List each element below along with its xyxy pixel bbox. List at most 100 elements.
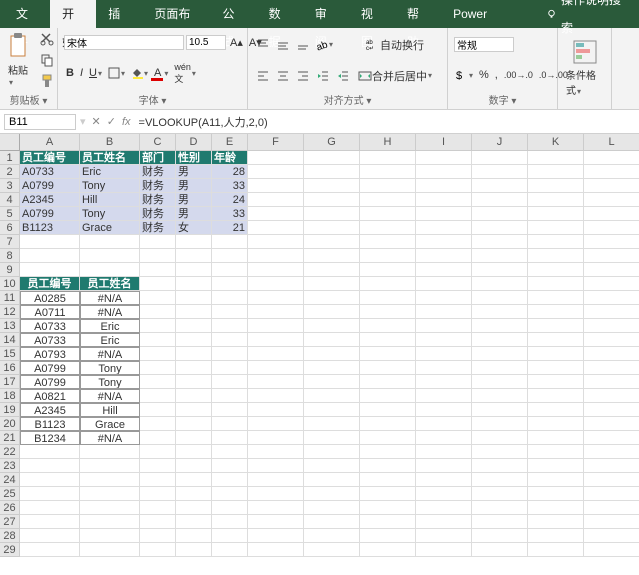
cell-C27[interactable] <box>140 515 176 529</box>
cell-B3[interactable]: Tony <box>80 179 140 193</box>
cut-button[interactable] <box>38 30 56 48</box>
cell-A26[interactable] <box>20 501 80 515</box>
cell-G17[interactable] <box>304 375 360 389</box>
cell-B19[interactable]: Hill <box>80 403 140 417</box>
col-header-L[interactable]: L <box>584 134 639 151</box>
cell-G26[interactable] <box>304 501 360 515</box>
row-header-21[interactable]: 21 <box>0 431 20 445</box>
name-box[interactable] <box>4 114 76 130</box>
border-button[interactable] <box>106 65 127 81</box>
cell-J22[interactable] <box>472 445 528 459</box>
cell-D10[interactable] <box>176 277 212 291</box>
cell-H12[interactable] <box>360 305 416 319</box>
cell-K3[interactable] <box>528 179 584 193</box>
cell-I24[interactable] <box>416 473 472 487</box>
cell-K10[interactable] <box>528 277 584 291</box>
row-header-6[interactable]: 6 <box>0 221 20 235</box>
cell-H9[interactable] <box>360 263 416 277</box>
cell-G16[interactable] <box>304 361 360 375</box>
cell-I8[interactable] <box>416 249 472 263</box>
cell-J5[interactable] <box>472 207 528 221</box>
cell-D1[interactable]: 性别 <box>176 151 212 165</box>
cell-D14[interactable] <box>176 333 212 347</box>
cell-E6[interactable]: 21 <box>212 221 248 235</box>
cell-J6[interactable] <box>472 221 528 235</box>
cell-A15[interactable]: A0793 <box>20 347 80 361</box>
cell-E18[interactable] <box>212 389 248 403</box>
cell-K29[interactable] <box>528 543 584 557</box>
cell-J27[interactable] <box>472 515 528 529</box>
cell-D26[interactable] <box>176 501 212 515</box>
cell-E4[interactable]: 24 <box>212 193 248 207</box>
cell-J2[interactable] <box>472 165 528 179</box>
cell-L18[interactable] <box>584 389 639 403</box>
cell-B8[interactable] <box>80 249 140 263</box>
cell-L14[interactable] <box>584 333 639 347</box>
cell-I20[interactable] <box>416 417 472 431</box>
cell-H20[interactable] <box>360 417 416 431</box>
cell-A13[interactable]: A0733 <box>20 319 80 333</box>
cell-B18[interactable]: #N/A <box>80 389 140 403</box>
underline-button[interactable]: U <box>87 65 104 81</box>
cell-I14[interactable] <box>416 333 472 347</box>
cell-E13[interactable] <box>212 319 248 333</box>
cell-L21[interactable] <box>584 431 639 445</box>
align-left-button[interactable] <box>254 67 272 85</box>
cell-B1[interactable]: 员工姓名 <box>80 151 140 165</box>
cell-C23[interactable] <box>140 459 176 473</box>
cell-H21[interactable] <box>360 431 416 445</box>
cell-B23[interactable] <box>80 459 140 473</box>
cell-F21[interactable] <box>248 431 304 445</box>
cell-G6[interactable] <box>304 221 360 235</box>
cell-E16[interactable] <box>212 361 248 375</box>
cell-E19[interactable] <box>212 403 248 417</box>
cell-K28[interactable] <box>528 529 584 543</box>
cell-B5[interactable]: Tony <box>80 207 140 221</box>
col-header-H[interactable]: H <box>360 134 416 151</box>
cell-I26[interactable] <box>416 501 472 515</box>
row-header-27[interactable]: 27 <box>0 515 20 529</box>
cell-A19[interactable]: A2345 <box>20 403 80 417</box>
tab-powerpivot[interactable]: Power Pivot <box>441 0 524 28</box>
cell-C6[interactable]: 财务 <box>140 221 176 235</box>
row-header-7[interactable]: 7 <box>0 235 20 249</box>
cell-K21[interactable] <box>528 431 584 445</box>
cell-A20[interactable]: B1123 <box>20 417 80 431</box>
row-header-18[interactable]: 18 <box>0 389 20 403</box>
cell-L23[interactable] <box>584 459 639 473</box>
cell-K11[interactable] <box>528 291 584 305</box>
cell-D27[interactable] <box>176 515 212 529</box>
font-color-button[interactable]: A <box>152 64 170 83</box>
cell-J7[interactable] <box>472 235 528 249</box>
cell-L24[interactable] <box>584 473 639 487</box>
col-header-I[interactable]: I <box>416 134 472 151</box>
cell-J28[interactable] <box>472 529 528 543</box>
cell-K15[interactable] <box>528 347 584 361</box>
cell-G8[interactable] <box>304 249 360 263</box>
conditional-format-button[interactable]: 条件格式 <box>564 30 605 105</box>
cell-K24[interactable] <box>528 473 584 487</box>
cell-K13[interactable] <box>528 319 584 333</box>
tab-insert[interactable]: 插入 <box>96 0 142 28</box>
cell-L3[interactable] <box>584 179 639 193</box>
cell-B14[interactable]: Eric <box>80 333 140 347</box>
cell-F23[interactable] <box>248 459 304 473</box>
cell-J25[interactable] <box>472 487 528 501</box>
cell-A21[interactable]: B1234 <box>20 431 80 445</box>
cell-L10[interactable] <box>584 277 639 291</box>
cell-K17[interactable] <box>528 375 584 389</box>
cell-J9[interactable] <box>472 263 528 277</box>
cell-A27[interactable] <box>20 515 80 529</box>
cell-B25[interactable] <box>80 487 140 501</box>
cell-J8[interactable] <box>472 249 528 263</box>
cell-E28[interactable] <box>212 529 248 543</box>
cell-L7[interactable] <box>584 235 639 249</box>
cell-E12[interactable] <box>212 305 248 319</box>
orientation-button[interactable]: ab <box>314 37 335 53</box>
cell-A28[interactable] <box>20 529 80 543</box>
cell-K8[interactable] <box>528 249 584 263</box>
cell-C20[interactable] <box>140 417 176 431</box>
tab-review[interactable]: 审阅 <box>303 0 349 28</box>
cell-D6[interactable]: 女 <box>176 221 212 235</box>
cell-E11[interactable] <box>212 291 248 305</box>
